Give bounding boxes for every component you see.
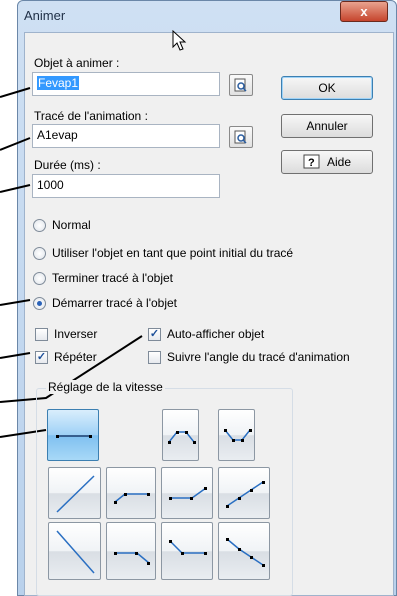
- speed-decel-steps-icon: [226, 538, 265, 567]
- cancel-button[interactable]: Annuler: [281, 114, 373, 138]
- radio-end-at-object[interactable]: [33, 272, 46, 285]
- radio-normal[interactable]: [33, 219, 46, 232]
- checkbox-follow-angle[interactable]: [148, 351, 161, 364]
- radio-use-object-start-label: Utiliser l'objet en tant que point initi…: [52, 246, 294, 260]
- radio-start-at-object[interactable]: [33, 297, 46, 310]
- radio-use-object-start[interactable]: [33, 247, 46, 260]
- speed-accel-plateau-decel-icon: [168, 431, 196, 444]
- speed-group-label: Réglage de la vitesse: [46, 380, 165, 394]
- speed-accel-end-icon: [169, 487, 207, 500]
- checkbox-auto-show[interactable]: ✓: [148, 328, 161, 341]
- speed-tile-accel-end[interactable]: [161, 467, 213, 519]
- help-label: Aide: [326, 155, 352, 169]
- speed-decel-start-icon: [169, 540, 207, 555]
- checkbox-auto-show-label: Auto-afficher objet: [167, 327, 265, 341]
- radio-normal-label: Normal: [52, 218, 91, 232]
- speed-tile-decel-start[interactable]: [161, 522, 213, 580]
- magnifier-icon: [234, 130, 247, 144]
- checkbox-follow-angle-label: Suivre l'angle du tracé d'animation: [167, 350, 350, 364]
- object-input[interactable]: Fevap1: [32, 72, 220, 96]
- speed-decel-plateau-accel-icon: [224, 429, 252, 442]
- speed-accel-steps-icon: [226, 481, 265, 508]
- magnifier-icon: [234, 78, 247, 92]
- path-label: Tracé de l'animation :: [34, 109, 148, 123]
- speed-accelerate-icon: [56, 475, 95, 513]
- object-value: Fevap1: [37, 76, 80, 90]
- browse-object-button[interactable]: [229, 74, 253, 96]
- path-input[interactable]: A1evap: [32, 124, 220, 148]
- radio-start-at-object-label: Démarrer tracé à l'objet: [52, 296, 178, 310]
- checkbox-invert-label: Inverser: [54, 327, 98, 341]
- help-button[interactable]: ? Aide: [281, 150, 373, 174]
- duration-label: Durée (ms) :: [34, 158, 101, 172]
- radio-end-at-object-label: Terminer tracé à l'objet: [52, 271, 174, 285]
- speed-tile-constant[interactable]: [47, 409, 99, 461]
- svg-text:?: ?: [308, 157, 315, 169]
- speed-tile-accel-steps[interactable]: [218, 467, 270, 519]
- object-label: Objet à animer :: [34, 56, 120, 70]
- speed-constant-icon: [56, 435, 92, 438]
- duration-input[interactable]: 1000: [32, 174, 220, 198]
- checkbox-repeat-label: Répéter: [54, 350, 97, 364]
- speed-tile-decel-end[interactable]: [106, 522, 156, 580]
- ok-button[interactable]: OK: [281, 76, 373, 100]
- speed-tile-decel-plateau-accel[interactable]: [218, 409, 255, 461]
- speed-tile-decel-steps[interactable]: [218, 522, 270, 580]
- speed-tile-decelerate[interactable]: [48, 522, 101, 580]
- speed-decel-end-icon: [114, 552, 150, 565]
- speed-decelerate-icon: [56, 530, 95, 574]
- mouse-cursor-icon: [172, 30, 187, 51]
- speed-tile-accel-plateau-decel[interactable]: [162, 409, 199, 461]
- checkbox-repeat[interactable]: ✓: [35, 351, 48, 364]
- speed-tile-accelerate[interactable]: [48, 467, 101, 519]
- speed-accel-start-icon: [114, 493, 150, 504]
- checkbox-invert[interactable]: [35, 328, 48, 341]
- speed-tile-accel-start[interactable]: [106, 467, 156, 519]
- browse-path-button[interactable]: [229, 126, 253, 148]
- help-icon: ?: [303, 154, 320, 169]
